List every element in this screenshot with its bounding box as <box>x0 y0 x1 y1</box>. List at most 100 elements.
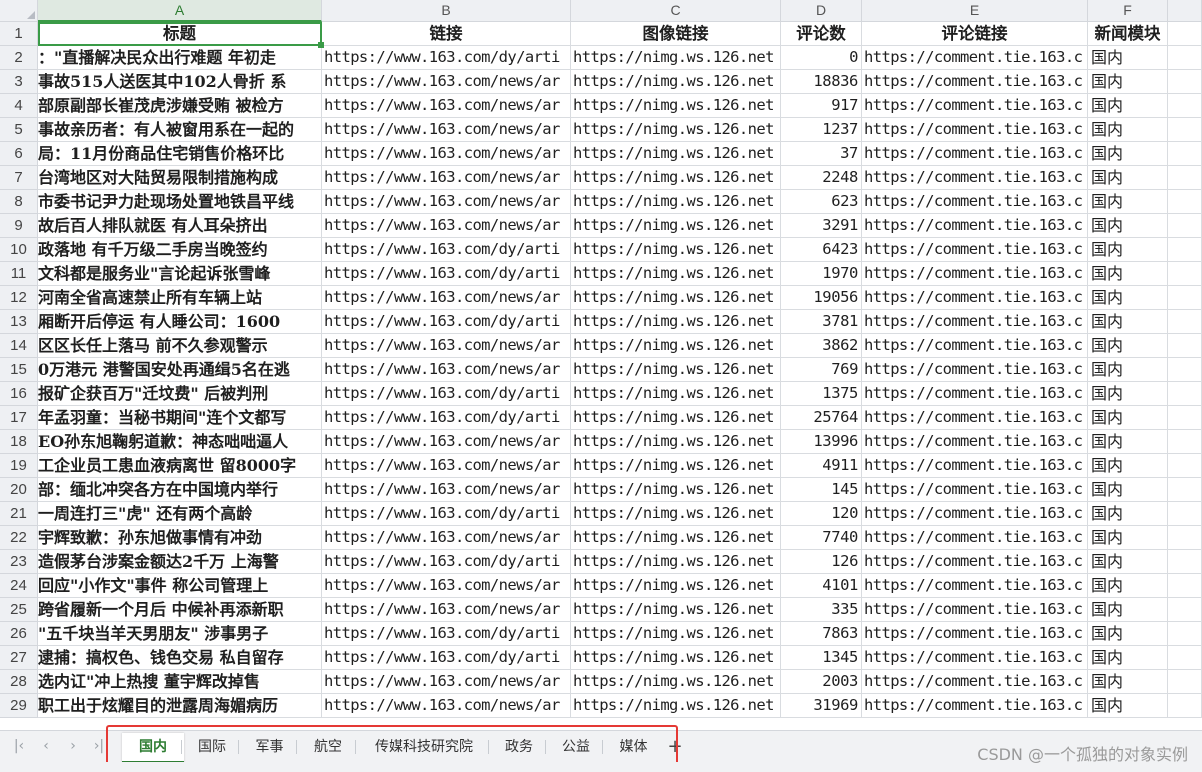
row-header[interactable]: 18 <box>0 430 38 454</box>
cell-clink[interactable]: https://comment.tie.163.c <box>862 382 1088 406</box>
last-sheet-nav-icon[interactable]: ›| <box>88 735 110 757</box>
cell-comments[interactable]: 126 <box>781 550 862 574</box>
row-header[interactable]: 20 <box>0 478 38 502</box>
empty-cell[interactable] <box>1168 238 1202 262</box>
cell-link[interactable]: https://www.163.com/news/ar <box>322 430 571 454</box>
cell-comments[interactable]: 2248 <box>781 166 862 190</box>
cell-img[interactable]: https://nimg.ws.126.net <box>571 238 781 262</box>
cell-clink[interactable]: https://comment.tie.163.c <box>862 334 1088 358</box>
cell-module[interactable]: 国内 <box>1088 166 1168 190</box>
cell-clink[interactable]: https://comment.tie.163.c <box>862 454 1088 478</box>
cell-comments[interactable]: 37 <box>781 142 862 166</box>
row-header[interactable]: 2 <box>0 46 38 70</box>
cell-title[interactable]: "五千块当羊天男朋友" 涉事男子 <box>38 622 322 646</box>
cell-comments[interactable]: 7863 <box>781 622 862 646</box>
cell-module[interactable]: 国内 <box>1088 238 1168 262</box>
header-cell-f[interactable]: 新闻模块 <box>1088 22 1168 46</box>
cell-img[interactable]: https://nimg.ws.126.net <box>571 454 781 478</box>
cell-module[interactable]: 国内 <box>1088 310 1168 334</box>
cell-comments[interactable]: 25764 <box>781 406 862 430</box>
cell-clink[interactable]: https://comment.tie.163.c <box>862 238 1088 262</box>
empty-cell[interactable] <box>1168 310 1202 334</box>
empty-cell[interactable] <box>1168 526 1202 550</box>
cell-clink[interactable]: https://comment.tie.163.c <box>862 430 1088 454</box>
cell-img[interactable]: https://nimg.ws.126.net <box>571 478 781 502</box>
cell-link[interactable]: https://www.163.com/news/ar <box>322 334 571 358</box>
cell-comments[interactable]: 4101 <box>781 574 862 598</box>
cell-module[interactable]: 国内 <box>1088 118 1168 142</box>
empty-cell[interactable] <box>1168 622 1202 646</box>
empty-cell[interactable] <box>1168 598 1202 622</box>
cell-title[interactable]: 报矿企获百万"迁坟费" 后被判刑 <box>38 382 322 406</box>
cell-clink[interactable]: https://comment.tie.163.c <box>862 70 1088 94</box>
cell-img[interactable]: https://nimg.ws.126.net <box>571 646 781 670</box>
cell-title[interactable]: 工企业员工患血液病离世 留8000字 <box>38 454 322 478</box>
column-header-g[interactable] <box>1168 0 1202 22</box>
cell-link[interactable]: https://www.163.com/news/ar <box>322 286 571 310</box>
cell-module[interactable]: 国内 <box>1088 694 1168 718</box>
row-header[interactable]: 28 <box>0 670 38 694</box>
column-header-b[interactable]: B <box>322 0 571 22</box>
empty-cell[interactable] <box>1168 430 1202 454</box>
cell-clink[interactable]: https://comment.tie.163.c <box>862 622 1088 646</box>
cell-module[interactable]: 国内 <box>1088 286 1168 310</box>
cell-img[interactable]: https://nimg.ws.126.net <box>571 142 781 166</box>
cell-title[interactable]: 造假茅台涉案金额达2千万 上海警 <box>38 550 322 574</box>
sheet-tab[interactable]: 公益 <box>547 733 605 761</box>
empty-cell[interactable] <box>1168 166 1202 190</box>
empty-cell[interactable] <box>1168 694 1202 718</box>
cell-link[interactable]: https://www.163.com/news/ar <box>322 526 571 550</box>
empty-cell[interactable] <box>1168 94 1202 118</box>
header-cell-e[interactable]: 评论链接 <box>862 22 1088 46</box>
cell-img[interactable]: https://nimg.ws.126.net <box>571 190 781 214</box>
row-header[interactable]: 4 <box>0 94 38 118</box>
cell-title[interactable]: 市委书记尹力赴现场处置地铁昌平线 <box>38 190 322 214</box>
empty-cell[interactable] <box>1168 478 1202 502</box>
first-sheet-nav-icon[interactable]: |‹ <box>8 735 30 757</box>
cell-img[interactable]: https://nimg.ws.126.net <box>571 214 781 238</box>
cell-title[interactable]: 局：11月份商品住宅销售价格环比 <box>38 142 322 166</box>
column-header-e[interactable]: E <box>862 0 1088 22</box>
row-header[interactable]: 23 <box>0 550 38 574</box>
cell-img[interactable]: https://nimg.ws.126.net <box>571 94 781 118</box>
cell-link[interactable]: https://www.163.com/news/ar <box>322 598 571 622</box>
cell-clink[interactable]: https://comment.tie.163.c <box>862 478 1088 502</box>
empty-cell[interactable] <box>1168 406 1202 430</box>
cell-comments[interactable]: 917 <box>781 94 862 118</box>
row-header[interactable]: 26 <box>0 622 38 646</box>
cell-comments[interactable]: 18836 <box>781 70 862 94</box>
cell-img[interactable]: https://nimg.ws.126.net <box>571 622 781 646</box>
cell-clink[interactable]: https://comment.tie.163.c <box>862 358 1088 382</box>
cell-clink[interactable]: https://comment.tie.163.c <box>862 262 1088 286</box>
row-header[interactable]: 1 <box>0 22 38 46</box>
cell-img[interactable]: https://nimg.ws.126.net <box>571 502 781 526</box>
cell-module[interactable]: 国内 <box>1088 334 1168 358</box>
row-header[interactable]: 6 <box>0 142 38 166</box>
cell-module[interactable]: 国内 <box>1088 430 1168 454</box>
cell-link[interactable]: https://www.163.com/dy/arti <box>322 382 571 406</box>
cell-module[interactable]: 国内 <box>1088 142 1168 166</box>
cell-clink[interactable]: https://comment.tie.163.c <box>862 502 1088 526</box>
row-header[interactable]: 29 <box>0 694 38 718</box>
sheet-tab[interactable]: 媒体 <box>604 733 663 761</box>
cell-link[interactable]: https://www.163.com/dy/arti <box>322 646 571 670</box>
empty-cell[interactable] <box>1168 382 1202 406</box>
cell-clink[interactable]: https://comment.tie.163.c <box>862 214 1088 238</box>
row-header[interactable]: 9 <box>0 214 38 238</box>
cell-title[interactable]: EO孙东旭鞠躬道歉：神态咄咄逼人 <box>38 430 322 454</box>
cell-clink[interactable]: https://comment.tie.163.c <box>862 142 1088 166</box>
cell-module[interactable]: 国内 <box>1088 382 1168 406</box>
cell-link[interactable]: https://www.163.com/dy/arti <box>322 46 571 70</box>
cell-link[interactable]: https://www.163.com/news/ar <box>322 574 571 598</box>
row-header[interactable]: 11 <box>0 262 38 286</box>
row-header[interactable]: 12 <box>0 286 38 310</box>
empty-cell[interactable] <box>1168 502 1202 526</box>
cell-comments[interactable]: 4911 <box>781 454 862 478</box>
cell-module[interactable]: 国内 <box>1088 574 1168 598</box>
cell-link[interactable]: https://www.163.com/dy/arti <box>322 550 571 574</box>
select-all-corner[interactable] <box>0 0 38 22</box>
cell-img[interactable]: https://nimg.ws.126.net <box>571 70 781 94</box>
row-header[interactable]: 7 <box>0 166 38 190</box>
cell-link[interactable]: https://www.163.com/dy/arti <box>322 406 571 430</box>
cell-img[interactable]: https://nimg.ws.126.net <box>571 670 781 694</box>
